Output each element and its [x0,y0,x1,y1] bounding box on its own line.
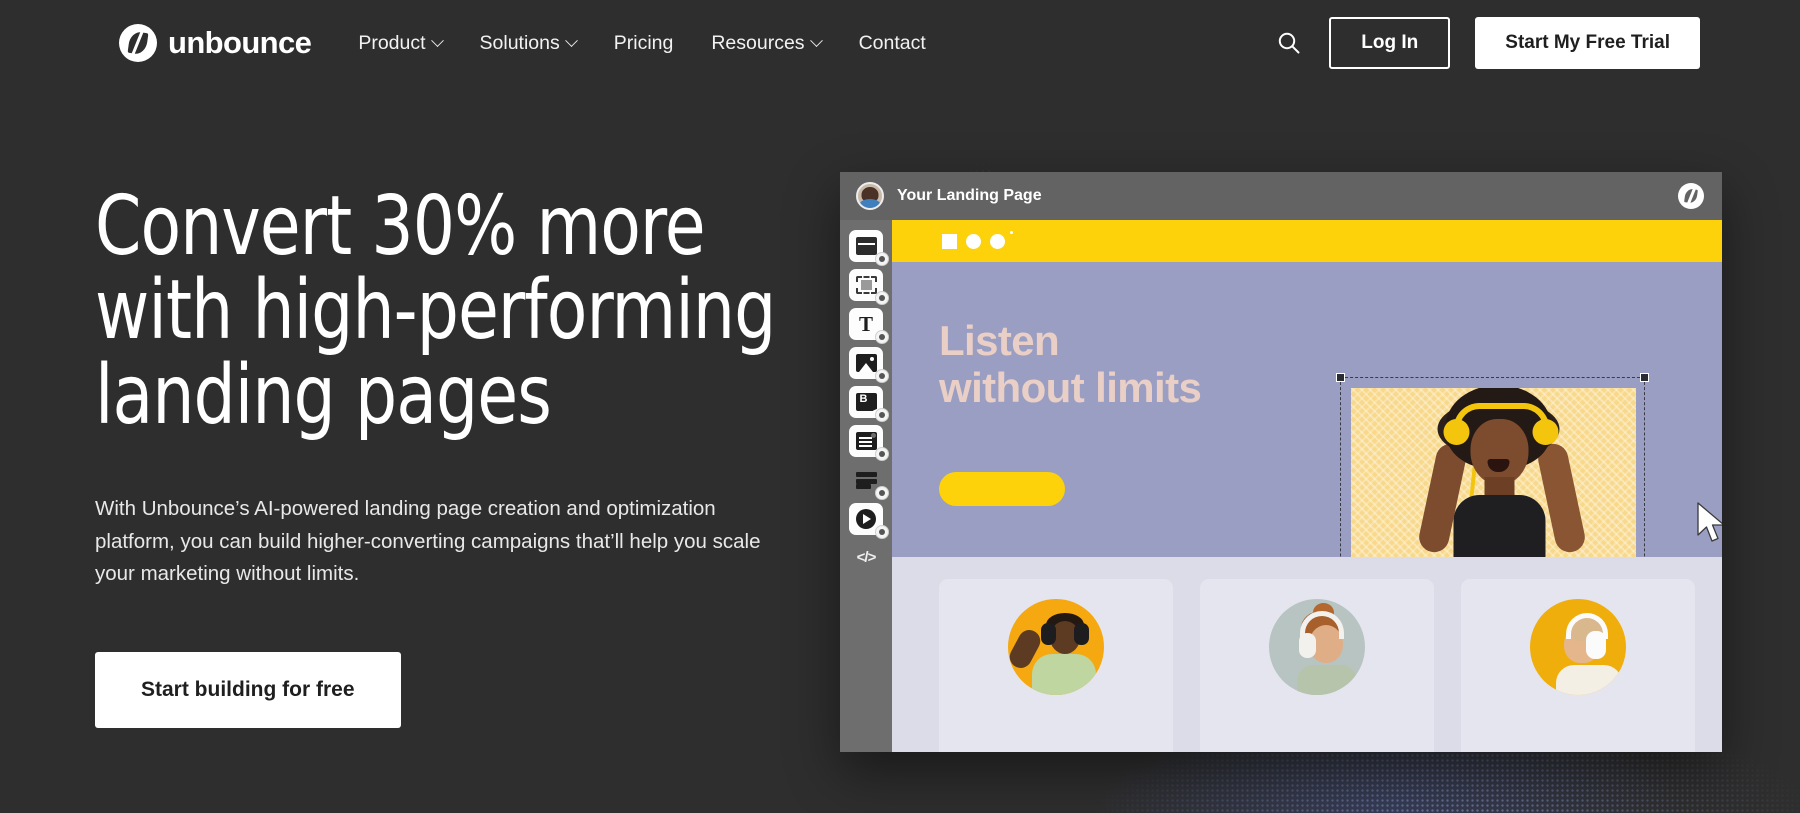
header-actions: Log In Start My Free Trial [1274,17,1700,69]
unbounce-logo-icon [1678,183,1704,209]
nav-label: Resources [711,32,804,55]
avatar [1008,599,1104,695]
button-tool[interactable] [849,386,883,418]
hero-content: Convert 30% more with high-performing la… [95,185,815,728]
tool-badge-icon [875,291,889,305]
brand-name: unbounce [168,25,311,61]
circle-icon [966,234,981,249]
canvas-heading-line-2: without limits [939,364,1201,411]
form-tool[interactable] [849,425,883,457]
headline-line-3: landing pages [95,348,551,443]
list-tool[interactable] [849,464,883,496]
nav-label: Contact [859,32,926,55]
nav-item-solutions[interactable]: Solutions [478,26,578,61]
tool-badge-icon [875,369,889,383]
builder-toolbar: T [840,220,892,752]
nav-item-resources[interactable]: Resources [709,26,822,61]
video-tool[interactable] [849,503,883,535]
play-icon [856,509,876,529]
nav-item-pricing[interactable]: Pricing [612,26,676,61]
nav-item-product[interactable]: Product [356,26,443,61]
text-tool[interactable]: T [849,308,883,340]
nav-label: Solutions [480,32,560,55]
canvas-cards-section [892,557,1722,752]
tool-badge-icon [875,252,889,266]
hero-page: unbounce Product Solutions Pricing Resou… [0,0,1800,813]
builder-page-title: Your Landing Page [897,187,1042,205]
avatar [1530,599,1626,695]
text-icon: T [856,315,877,333]
canvas-hero-heading: Listen without limits [939,317,1201,411]
unbounce-logo-icon [119,24,157,62]
canvas-navbar [892,220,1722,262]
card-3[interactable] [1461,579,1695,752]
image-tool[interactable] [849,347,883,379]
canvas-heading-line-1: Listen [939,317,1059,364]
code-icon: </> [856,549,877,567]
nav-label: Product [358,32,425,55]
canvas-cta-button[interactable] [939,472,1065,506]
search-icon[interactable] [1274,28,1304,58]
page-icon [856,237,877,255]
chevron-down-icon [565,34,578,47]
login-button[interactable]: Log In [1329,17,1450,69]
image-icon [856,354,877,372]
section-icon [856,276,877,294]
circle-icon [990,234,1005,249]
builder-body: T [840,220,1722,752]
page-title: Convert 30% more with high-performing la… [95,185,815,438]
avatar [856,182,884,210]
card-1[interactable] [939,579,1173,752]
page-tool[interactable] [849,230,883,262]
builder-mockup: Your Landing Page T [840,172,1722,752]
site-header: unbounce Product Solutions Pricing Resou… [0,0,1800,86]
tool-badge-icon [875,408,889,422]
resize-handle-top-left[interactable] [1336,373,1345,382]
main-nav: Product Solutions Pricing Resources Cont… [356,26,927,61]
nav-label: Pricing [614,32,674,55]
headline-line-2: with high-performing [95,263,775,358]
tool-badge-icon [875,330,889,344]
canvas-hero-section: Listen without limits [892,262,1722,557]
card-2[interactable] [1200,579,1434,752]
dot-icon [1010,231,1013,234]
start-building-for-free-button[interactable]: Start building for free [95,652,401,728]
section-tool[interactable] [849,269,883,301]
start-free-trial-button[interactable]: Start My Free Trial [1475,17,1700,69]
square-icon [942,234,957,249]
code-tool[interactable]: </> [849,542,883,574]
tool-badge-icon [875,486,889,500]
builder-canvas: Listen without limits [892,220,1722,752]
hero-subcopy: With Unbounce’s AI-powered landing page … [95,493,785,590]
chevron-down-icon [431,34,444,47]
list-icon [856,471,877,489]
headline-line-1: Convert 30% more [95,179,705,274]
nav-item-contact[interactable]: Contact [857,26,928,61]
avatar [1269,599,1365,695]
tool-badge-icon [875,447,889,461]
form-icon [856,432,877,450]
brand-logo[interactable]: unbounce [119,24,311,62]
chevron-down-icon [810,34,823,47]
builder-titlebar: Your Landing Page [840,172,1722,220]
tool-badge-icon [875,525,889,539]
resize-handle-top-right[interactable] [1640,373,1649,382]
button-icon [856,393,877,411]
